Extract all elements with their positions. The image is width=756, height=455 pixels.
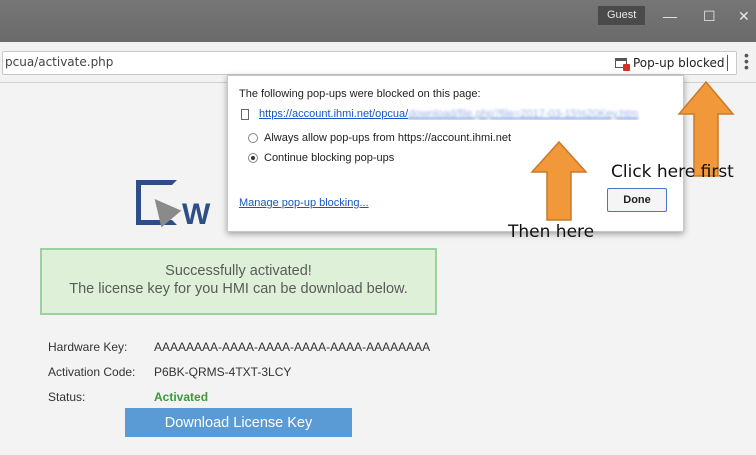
- address-bar[interactable]: pcua/activate.php Pop-up blocked: [2, 51, 737, 75]
- page-icon: [241, 109, 249, 120]
- annotation-then-here: Then here: [508, 222, 595, 242]
- popup-blocked-bubble: The following pop-ups were blocked on th…: [227, 75, 684, 232]
- radio-continue-blocking[interactable]: [248, 153, 258, 163]
- bubble-header: The following pop-ups were blocked on th…: [239, 88, 481, 100]
- browser-menu-icon[interactable]: • • •: [744, 48, 749, 74]
- blocked-popup-link-visible[interactable]: https://account.ihmi.net/opcua/: [259, 108, 408, 120]
- activation-code-label: Activation Code:: [48, 365, 136, 379]
- option-block-label[interactable]: Continue blocking pop-ups: [264, 152, 394, 164]
- activation-code-value: P6BK-QRMS-4TXT-3LCY: [154, 365, 292, 379]
- status-label: Status:: [48, 390, 86, 404]
- hardware-key-value: AAAAAAAA-AAAA-AAAA-AAAA-AAAA-AAAAAAAA: [154, 340, 431, 354]
- arrow-up-icon-second: [530, 140, 588, 221]
- option-allow-label[interactable]: Always allow pop-ups from https://accoun…: [264, 132, 511, 144]
- url-text[interactable]: pcua/activate.php: [5, 55, 113, 69]
- close-icon[interactable]: ✕: [738, 8, 750, 24]
- window-title-bar: Guest — ☐ ✕: [0, 0, 756, 42]
- maximize-icon[interactable]: ☐: [703, 8, 716, 24]
- blocked-popup-link[interactable]: https://account.ihmi.net/opcua/download/…: [259, 108, 679, 120]
- done-button[interactable]: Done: [607, 188, 667, 212]
- manage-popup-blocking-link[interactable]: Manage pop-up blocking...: [239, 197, 369, 209]
- annotation-click-here-first: Click here first: [611, 162, 734, 182]
- minimize-icon[interactable]: —: [663, 8, 677, 24]
- logo-text: W: [182, 198, 211, 231]
- status-value: Activated: [154, 390, 209, 404]
- hardware-key-label: Hardware Key:: [48, 340, 128, 354]
- success-title: Successfully activated!: [165, 263, 312, 279]
- success-message-box: Successfully activated! The license key …: [40, 248, 437, 315]
- popup-blocked-label[interactable]: Pop-up blocked: [633, 56, 725, 70]
- guest-profile-badge[interactable]: Guest: [598, 6, 646, 25]
- popup-blocked-chip[interactable]: Pop-up blocked: [615, 54, 725, 72]
- blocked-popup-link-blurred[interactable]: download/file.php?file=2017-03-15%20Key.…: [408, 108, 638, 120]
- success-detail: The license key for you HMI can be downl…: [69, 281, 408, 297]
- popup-blocked-icon: [615, 58, 630, 71]
- download-license-key-button[interactable]: Download License Key: [125, 408, 352, 437]
- chip-divider: [727, 55, 728, 71]
- radio-allow-popups[interactable]: [248, 133, 258, 143]
